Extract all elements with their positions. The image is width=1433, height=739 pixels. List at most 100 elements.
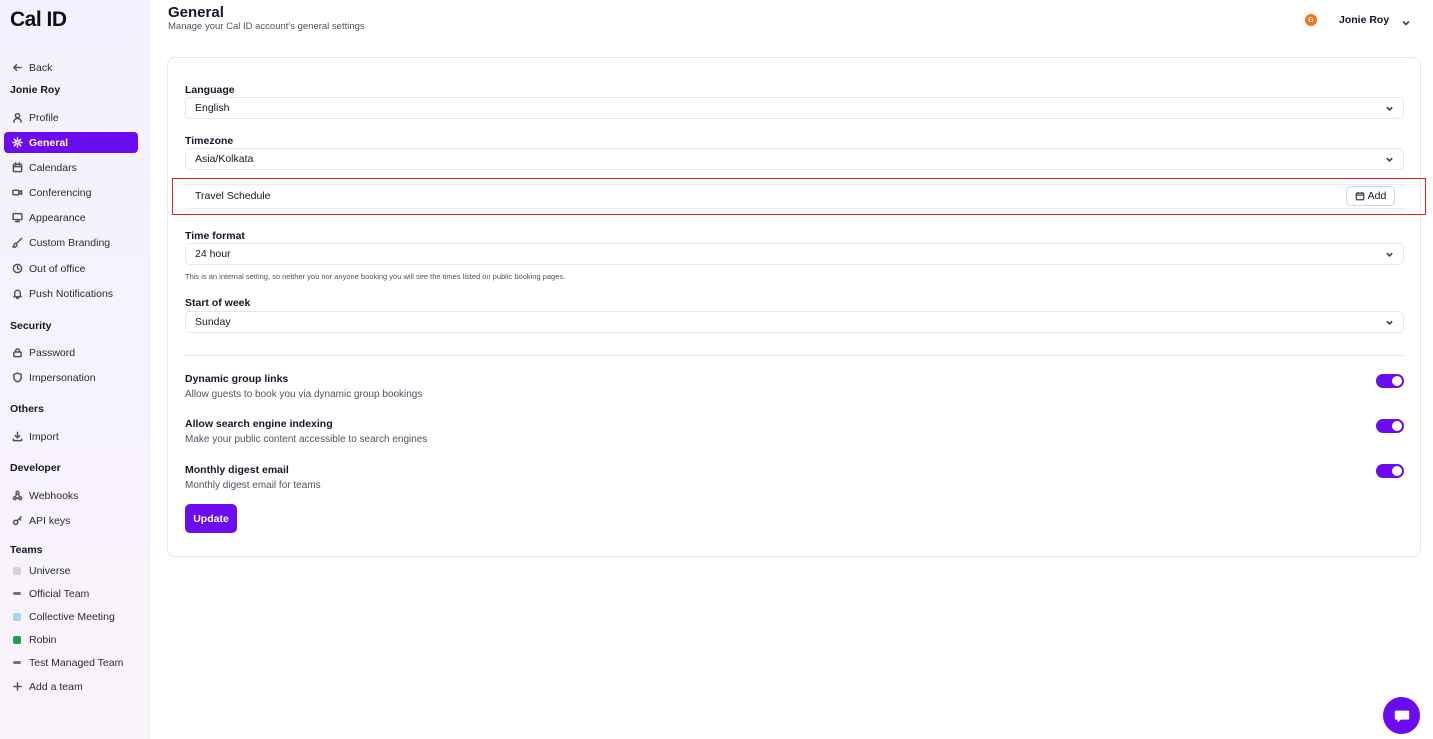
sidebar-item-label: Impersonation	[29, 371, 96, 384]
monthly-digest-toggle[interactable]	[1376, 464, 1404, 478]
section-title-developer: Developer	[10, 462, 61, 474]
add-team-label: Add a team	[29, 680, 83, 693]
sidebar-item-team-test-managed-team[interactable]: Test Managed Team	[4, 652, 138, 673]
search-engine-indexing-desc: Make your public content accessible to s…	[185, 434, 428, 445]
sidebar-item-team-collective-meeting[interactable]: Collective Meeting	[4, 606, 138, 627]
user-icon	[10, 111, 24, 125]
sidebar-item-import[interactable]: Import	[4, 426, 138, 447]
time-format-select[interactable]: 24 hour	[185, 243, 1404, 265]
language-select[interactable]: English	[185, 97, 1404, 119]
timezone-value: Asia/Kolkata	[195, 153, 254, 165]
plus-icon	[10, 680, 24, 694]
chat-icon	[1394, 710, 1409, 722]
toggle-knob	[1392, 466, 1402, 476]
sidebar-item-appearance[interactable]: Appearance	[4, 207, 138, 228]
chevron-down-icon	[1385, 155, 1394, 164]
sidebar-item-custom-branding[interactable]: Custom Branding	[4, 232, 138, 253]
sidebar-item-team-official-team[interactable]: Official Team	[4, 583, 138, 604]
update-button[interactable]: Update	[185, 504, 237, 533]
toggle-knob	[1392, 421, 1402, 431]
toggle-knob	[1392, 376, 1402, 386]
sidebar-item-label: General	[29, 136, 69, 149]
sidebar-item-conferencing[interactable]: Conferencing	[4, 182, 138, 203]
sidebar: Cal ID Back Jonie Roy Profile General Ca…	[0, 0, 150, 739]
sidebar-item-team-universe[interactable]: Universe	[4, 560, 138, 581]
team-logo-icon	[10, 587, 24, 601]
sidebar-item-label: Conferencing	[29, 186, 92, 199]
time-format-value: 24 hour	[195, 248, 231, 260]
sidebar-item-label: Webhooks	[29, 489, 79, 502]
download-icon	[10, 430, 24, 444]
sidebar-item-calendars[interactable]: Calendars	[4, 157, 138, 178]
chat-support-button[interactable]	[1383, 697, 1420, 734]
sidebar-user-name: Jonie Roy	[10, 84, 61, 96]
section-title-security: Security	[10, 320, 52, 332]
shield-icon	[10, 371, 24, 385]
chevron-down-icon	[1401, 15, 1411, 26]
gear-icon	[10, 136, 24, 150]
sidebar-item-label: Push Notifications	[29, 287, 114, 300]
sidebar-item-password[interactable]: Password	[4, 342, 138, 363]
add-team-button[interactable]: Add a team	[4, 676, 138, 697]
sidebar-item-label: Robin	[29, 633, 57, 646]
dynamic-group-links-title: Dynamic group links	[185, 373, 289, 385]
arrow-left-icon	[10, 61, 24, 75]
calendar-icon	[10, 161, 24, 175]
page-subtitle: Manage your Cal ID account's general set…	[168, 21, 365, 32]
monthly-digest-desc: Monthly digest email for teams	[185, 480, 321, 491]
user-menu[interactable]: G Jonie Roy	[1305, 13, 1411, 27]
sidebar-item-webhooks[interactable]: Webhooks	[4, 485, 138, 506]
dynamic-group-links-toggle[interactable]	[1376, 374, 1404, 388]
clock-icon	[10, 262, 24, 276]
time-format-help: This is an internal setting, so neither …	[185, 272, 566, 281]
dynamic-group-links-desc: Allow guests to book you via dynamic gro…	[185, 389, 423, 400]
travel-schedule-row	[186, 184, 1404, 209]
sidebar-item-api-keys[interactable]: API keys	[4, 510, 138, 531]
add-label: Add	[1367, 190, 1387, 202]
app-logo: Cal ID	[10, 8, 67, 31]
page-title: General	[168, 4, 224, 21]
start-of-week-label: Start of week	[185, 297, 251, 309]
sidebar-item-label: Profile	[29, 111, 59, 124]
sidebar-item-label: Universe	[29, 564, 71, 577]
sidebar-item-impersonation[interactable]: Impersonation	[4, 367, 138, 388]
calendar-icon	[1355, 191, 1365, 201]
add-travel-schedule-button[interactable]: Add	[1346, 186, 1395, 206]
sidebar-item-label: Appearance	[29, 211, 86, 224]
sidebar-item-label: Import	[29, 430, 59, 443]
lock-icon	[10, 346, 24, 360]
sidebar-item-general[interactable]: General	[4, 132, 138, 153]
back-link[interactable]: Back	[4, 57, 138, 78]
sidebar-item-push-notifications[interactable]: Push Notifications	[4, 283, 138, 304]
section-title-teams: Teams	[10, 544, 43, 556]
timezone-select[interactable]: Asia/Kolkata	[185, 148, 1404, 170]
time-format-label: Time format	[185, 230, 245, 242]
team-logo-icon	[10, 633, 24, 647]
sidebar-item-team-robin[interactable]: Robin	[4, 629, 138, 650]
sidebar-item-label: Custom Branding	[29, 236, 111, 249]
sidebar-item-profile[interactable]: Profile	[4, 107, 138, 128]
divider	[185, 355, 1404, 356]
team-logo-icon	[10, 564, 24, 578]
sidebar-item-label: Calendars	[29, 161, 77, 174]
avatar: G	[1305, 14, 1317, 26]
chevron-down-icon	[1385, 104, 1394, 113]
monitor-icon	[10, 211, 24, 225]
timezone-label: Timezone	[185, 135, 234, 147]
chevron-down-icon	[1385, 250, 1394, 259]
section-title-others: Others	[10, 403, 44, 415]
language-value: English	[195, 102, 230, 114]
sidebar-item-label: Official Team	[29, 587, 90, 600]
search-engine-indexing-toggle[interactable]	[1376, 419, 1404, 433]
bell-icon	[10, 287, 24, 301]
team-logo-icon	[10, 656, 24, 670]
start-of-week-select[interactable]: Sunday	[185, 311, 1404, 333]
sidebar-item-label: API keys	[29, 514, 71, 527]
sidebar-item-label: Out of office	[29, 262, 86, 275]
sidebar-item-out-of-office[interactable]: Out of office	[4, 258, 138, 279]
sidebar-item-label: Password	[29, 346, 76, 359]
back-label: Back	[29, 61, 53, 74]
language-label: Language	[185, 84, 235, 96]
sidebar-item-label: Collective Meeting	[29, 610, 115, 623]
team-logo-icon	[10, 610, 24, 624]
